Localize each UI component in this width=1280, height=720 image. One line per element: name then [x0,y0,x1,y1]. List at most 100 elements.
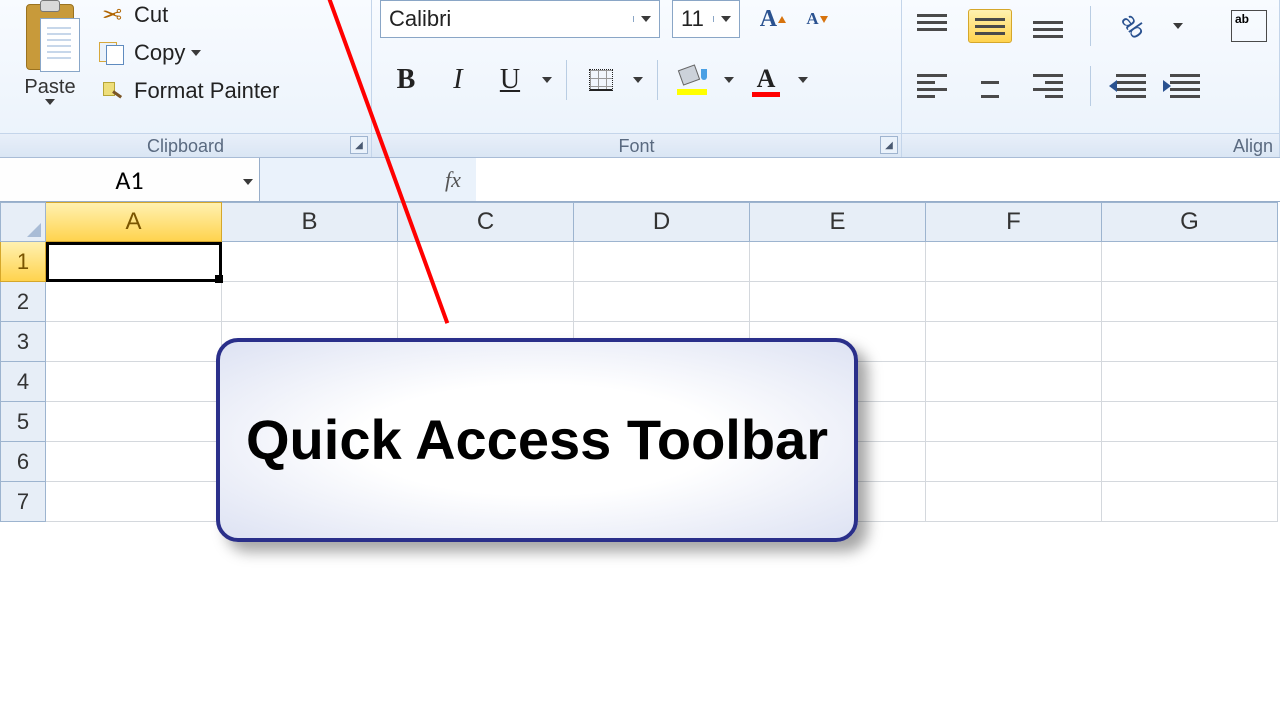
bottom-align-button[interactable] [1026,9,1070,43]
right-align-button[interactable] [1026,69,1070,103]
column-header-A[interactable]: A [46,202,222,242]
cell[interactable] [926,482,1102,522]
cell[interactable] [574,242,750,282]
font-size-dropdown-icon[interactable] [713,16,739,22]
copy-label: Copy [134,40,185,66]
paste-dropdown-icon[interactable] [45,99,55,105]
ribbon: Paste ✂ Cut Copy Format Painter Cl [0,0,1280,158]
separator [657,60,658,100]
callout-text: Quick Access Toolbar [246,405,828,475]
column-header-F[interactable]: F [926,202,1102,242]
cell[interactable] [46,242,222,282]
paste-button[interactable]: Paste [8,2,92,105]
cell[interactable] [46,282,222,322]
formula-input[interactable] [476,158,1280,201]
row-header-2[interactable]: 2 [0,282,46,322]
increase-indent-button[interactable] [1165,72,1205,100]
cell[interactable] [1102,402,1278,442]
select-all-corner[interactable] [0,202,46,242]
orientation-button[interactable]: ab [1111,9,1155,43]
row-header-1[interactable]: 1 [0,242,46,282]
wrap-text-button[interactable] [1227,9,1271,43]
cell[interactable] [926,362,1102,402]
decrease-indent-button[interactable] [1111,72,1151,100]
column-header-C[interactable]: C [398,202,574,242]
cell[interactable] [46,442,222,482]
font-color-glyph: A [757,64,776,94]
font-name-combo[interactable]: Calibri [380,0,660,38]
format-painter-button[interactable]: Format Painter [98,78,280,104]
top-align-button[interactable] [910,9,954,43]
font-name-value: Calibri [381,6,633,32]
font-launcher[interactable]: ◢ [880,136,898,154]
cell[interactable] [398,282,574,322]
cell[interactable] [46,322,222,362]
orientation-icon: ab [1115,9,1150,44]
font-size-combo[interactable]: 11 [672,0,740,38]
middle-align-button[interactable] [968,9,1012,43]
cell[interactable] [222,282,398,322]
cell[interactable] [1102,282,1278,322]
cell[interactable] [46,482,222,522]
font-color-button[interactable]: A [742,58,790,102]
group-clipboard: Paste ✂ Cut Copy Format Painter Cl [0,0,372,157]
cell[interactable] [926,242,1102,282]
font-size-value: 11 [673,6,713,32]
bold-button[interactable]: B [382,58,430,102]
cell[interactable] [1102,362,1278,402]
font-color-dropdown[interactable] [794,58,812,102]
underline-dropdown[interactable] [538,58,556,102]
cell[interactable] [926,402,1102,442]
cell[interactable] [46,362,222,402]
font-color-bar [752,92,780,97]
underline-button[interactable]: U [486,58,534,102]
grow-font-button[interactable]: A [752,0,794,38]
border-dropdown[interactable] [629,58,647,102]
fx-label[interactable]: fx [430,167,476,193]
column-headers: A B C D E F G [0,202,1280,242]
clipboard-launcher[interactable]: ◢ [350,136,368,154]
separator [566,60,567,100]
cell[interactable] [222,242,398,282]
cell[interactable] [750,282,926,322]
fill-icon [677,65,707,95]
border-button[interactable] [577,58,625,102]
callout-box: Quick Access Toolbar [216,338,858,542]
column-header-G[interactable]: G [1102,202,1278,242]
row-header-3[interactable]: 3 [0,322,46,362]
italic-button[interactable]: I [434,58,482,102]
cell[interactable] [1102,442,1278,482]
cell[interactable] [1102,242,1278,282]
cell[interactable] [926,282,1102,322]
group-alignment: ab Align [902,0,1280,157]
left-align-button[interactable] [910,69,954,103]
orientation-dropdown[interactable] [1169,4,1187,48]
name-box[interactable]: A1 [0,158,260,201]
fill-color-button[interactable] [668,58,716,102]
cell[interactable] [1102,482,1278,522]
font-name-dropdown-icon[interactable] [633,16,659,22]
cell[interactable] [46,402,222,442]
cut-button[interactable]: ✂ Cut [98,2,280,28]
copy-dropdown-icon[interactable] [191,50,201,56]
column-header-B[interactable]: B [222,202,398,242]
name-box-value: A1 [115,164,143,196]
cell[interactable] [1102,322,1278,362]
fill-dropdown[interactable] [720,58,738,102]
cell[interactable] [750,242,926,282]
name-box-dropdown-icon[interactable] [243,164,253,196]
cell[interactable] [574,282,750,322]
center-align-button[interactable] [968,69,1012,103]
cell[interactable] [926,442,1102,482]
row-header-7[interactable]: 7 [0,482,46,522]
row-header-6[interactable]: 6 [0,442,46,482]
column-header-E[interactable]: E [750,202,926,242]
copy-button[interactable]: Copy [98,40,280,66]
row-header-5[interactable]: 5 [0,402,46,442]
cell[interactable] [926,322,1102,362]
column-header-D[interactable]: D [574,202,750,242]
row-header-4[interactable]: 4 [0,362,46,402]
wrap-text-icon [1231,10,1267,42]
group-font: Calibri 11 A A B I U [372,0,902,157]
shrink-font-button[interactable]: A [796,0,838,38]
